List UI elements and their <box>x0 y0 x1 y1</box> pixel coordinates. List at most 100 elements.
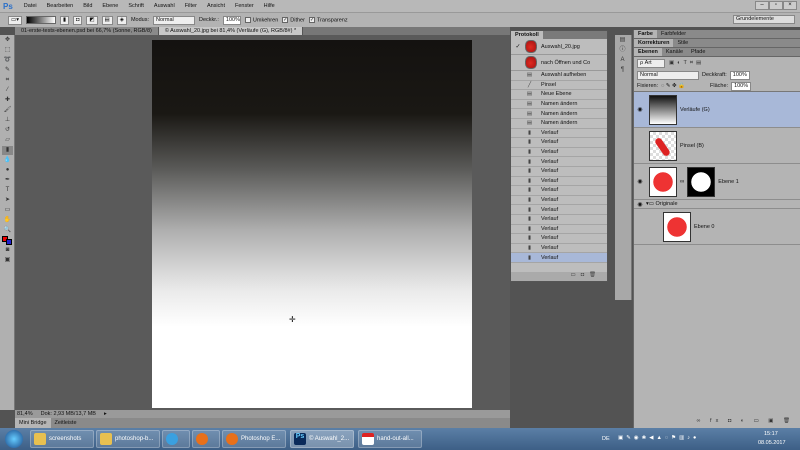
history-item[interactable]: ▮ Verlauf <box>511 244 607 254</box>
language-indicator[interactable]: DE <box>602 436 610 442</box>
history-item[interactable]: ▮ Verlauf <box>511 177 607 187</box>
menu-ansicht[interactable]: Ansicht <box>202 3 230 9</box>
tab-zeitleiste[interactable]: Zeitleiste <box>51 418 81 428</box>
tab-mini-bridge[interactable]: Mini Bridge <box>15 418 51 428</box>
hand-tool-icon[interactable]: ✋ <box>2 216 13 225</box>
tab-document-2[interactable]: © Auswahl_20.jpg bei 81,4% (Verläufe (G)… <box>158 27 304 35</box>
history-source-checkbox[interactable] <box>514 158 522 166</box>
start-button[interactable] <box>5 430 23 448</box>
new-document-icon[interactable]: ▭ <box>570 272 580 278</box>
umkehren-checkbox[interactable]: Umkehren <box>244 16 278 23</box>
tab-korrekturen[interactable]: Korrekturen <box>634 39 674 47</box>
character-panel-icon[interactable]: A <box>617 56 628 65</box>
taskbar-photoshop-folder[interactable]: photoshop-b... <box>96 430 160 448</box>
layer-row[interactable]: Ebene 0 <box>634 209 800 245</box>
eyedropper-tool-icon[interactable]: ⁄ <box>2 86 13 95</box>
tab-farbe[interactable]: Farbe <box>634 30 657 38</box>
history-title[interactable]: Protokoll <box>511 31 543 39</box>
menu-hilfe[interactable]: Hilfe <box>259 3 280 9</box>
tab-farbfelder[interactable]: Farbfelder <box>657 30 690 38</box>
zoom-tool-icon[interactable]: 🔍 <box>2 226 13 235</box>
quick-select-tool-icon[interactable]: ✎ <box>2 66 13 75</box>
history-source-checkbox[interactable] <box>514 90 522 98</box>
move-tool-icon[interactable]: ✥ <box>2 36 13 45</box>
transparenz-checkbox[interactable]: ✓ Transparenz <box>308 16 348 23</box>
menu-datei[interactable]: Datei <box>19 3 42 9</box>
history-source-checkbox[interactable] <box>514 254 522 262</box>
history-source-checkbox[interactable] <box>514 138 522 146</box>
history-source-checkbox[interactable] <box>514 215 522 223</box>
history-item[interactable]: ▮ Verlauf <box>511 205 607 215</box>
history-brush-tool-icon[interactable]: ↺ <box>2 126 13 135</box>
workspace-select[interactable]: Grundelemente <box>733 15 795 24</box>
pen-tool-icon[interactable]: ✒ <box>2 176 13 185</box>
history-item[interactable]: ▮ Verlauf <box>511 167 607 177</box>
marquee-tool-icon[interactable]: ⬚ <box>2 46 13 55</box>
shape-tool-icon[interactable]: ▭ <box>2 206 13 215</box>
history-source-checkbox[interactable] <box>514 244 522 252</box>
tab-pfade[interactable]: Pfade <box>687 48 709 56</box>
history-item[interactable]: ▮ Verlauf <box>511 253 607 263</box>
angle-gradient-button[interactable]: ◩ <box>86 15 98 25</box>
history-item[interactable]: ▮ Verlauf <box>511 138 607 148</box>
linear-gradient-button[interactable]: ▮ <box>59 15 69 25</box>
stamp-tool-icon[interactable]: ⊥ <box>2 116 13 125</box>
paragraph-panel-icon[interactable]: ¶ <box>617 66 628 75</box>
color-swatches[interactable] <box>2 236 13 245</box>
menu-fenster[interactable]: Fenster <box>230 3 259 9</box>
minimize-button[interactable]: – <box>755 1 769 10</box>
deckkraft-input[interactable]: 100% <box>222 15 241 25</box>
menu-schrift[interactable]: Schrift <box>123 3 149 9</box>
menu-filter[interactable]: Filter <box>180 3 202 9</box>
menu-ebene[interactable]: Ebene <box>97 3 123 9</box>
taskbar-firefox-photoshop[interactable]: Photoshop E... <box>222 430 286 448</box>
history-item[interactable]: ▤ Neue Ebene <box>511 90 607 100</box>
history-source-checkbox[interactable] <box>514 206 522 214</box>
history-source-checkbox[interactable] <box>514 148 522 156</box>
tab-document-1[interactable]: 01-erste-tests-ebenen.psd bei 66,7% (Son… <box>15 27 159 35</box>
taskbar-pdf[interactable]: hand-out-all... <box>358 430 422 448</box>
history-source-checkbox[interactable] <box>514 81 522 89</box>
quick-mask-icon[interactable]: ◙ <box>2 246 13 255</box>
type-tool-icon[interactable]: T <box>2 186 13 195</box>
snapshot-icon[interactable]: ◘ <box>581 272 589 278</box>
lock-icons[interactable]: ◌ ✎ ✥ 🔒 <box>661 83 685 89</box>
healing-tool-icon[interactable]: ✚ <box>2 96 13 105</box>
brush-tool-icon[interactable]: 🖌 <box>2 106 13 115</box>
clock-date[interactable]: 08.05.2017 <box>758 440 786 446</box>
crop-tool-icon[interactable]: ⌗ <box>2 76 13 85</box>
path-select-tool-icon[interactable]: ➤ <box>2 196 13 205</box>
history-source-checkbox[interactable] <box>514 167 522 175</box>
history-source-checkbox[interactable] <box>514 110 522 118</box>
history-source-checkbox[interactable] <box>514 196 522 204</box>
eye-icon[interactable]: ◉ <box>634 106 646 113</box>
opacity-input[interactable]: 100% <box>729 70 750 80</box>
layer-filter-select[interactable]: ρ Art <box>637 58 665 68</box>
gradient-tool-icon[interactable]: ▮ <box>2 146 13 155</box>
fill-input[interactable]: 100% <box>731 81 752 91</box>
lasso-tool-icon[interactable]: ➰ <box>2 56 13 65</box>
history-item[interactable]: ▮ Verlauf <box>511 196 607 206</box>
history-item[interactable]: ▤ Namen ändern <box>511 119 607 129</box>
history-item[interactable]: ▮ Verlauf <box>511 157 607 167</box>
history-item[interactable]: ╱ Pinsel <box>511 81 607 91</box>
history-item[interactable]: ▮ Verlauf <box>511 215 607 225</box>
history-source-checkbox[interactable] <box>514 177 522 185</box>
history-item[interactable]: ▮ Verlauf <box>511 129 607 139</box>
history-source-checkbox[interactable] <box>514 119 522 127</box>
taskbar-photoshop[interactable]: Ps © Auswahl_2... <box>290 430 354 448</box>
history-source-checkbox[interactable] <box>514 100 522 108</box>
history-snapshot[interactable]: nach Öffnen und Co <box>511 55 607 71</box>
modus-select[interactable]: Normal <box>153 15 196 25</box>
screen-mode-icon[interactable]: ▣ <box>2 256 13 265</box>
history-source-checkbox[interactable] <box>514 186 522 194</box>
group-expand-icon[interactable]: ▾▭ <box>646 201 654 207</box>
history-item[interactable]: ▮ Verlauf <box>511 234 607 244</box>
eye-icon[interactable]: ◉ <box>634 201 646 208</box>
restore-button[interactable]: ▫ <box>769 1 783 10</box>
zoom-level[interactable]: 81,4% <box>17 411 33 417</box>
layer-mask-thumbnail[interactable] <box>687 166 716 197</box>
layer-row[interactable]: Pinsel (B) <box>634 128 800 164</box>
eye-icon[interactable]: ◉ <box>634 178 646 185</box>
document-canvas[interactable] <box>152 40 472 408</box>
